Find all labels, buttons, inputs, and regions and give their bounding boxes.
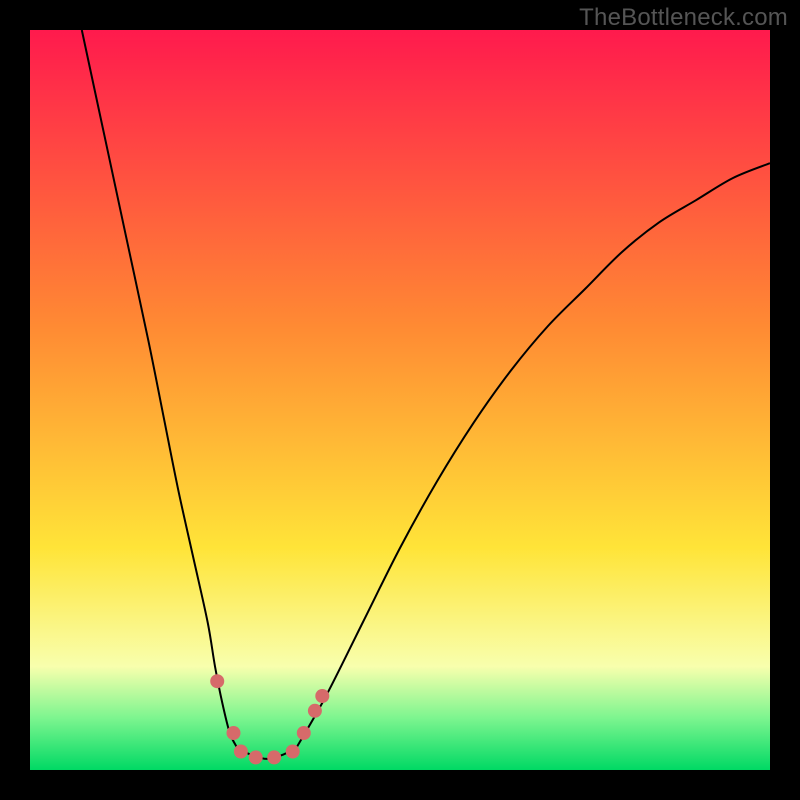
chart-svg <box>30 30 770 770</box>
pt-floor-b <box>267 750 281 764</box>
outer-frame: TheBottleneck.com <box>0 0 800 800</box>
pt-right-up1 <box>308 704 322 718</box>
pt-right-low <box>286 745 300 759</box>
pt-right-mid <box>297 726 311 740</box>
gradient-background <box>30 30 770 770</box>
watermark-text: TheBottleneck.com <box>579 4 788 32</box>
pt-floor-a <box>249 750 263 764</box>
pt-right-up2 <box>315 689 329 703</box>
pt-left-mid <box>227 726 241 740</box>
pt-left-upper <box>210 674 224 688</box>
pt-left-low <box>234 745 248 759</box>
plot-area <box>30 30 770 770</box>
